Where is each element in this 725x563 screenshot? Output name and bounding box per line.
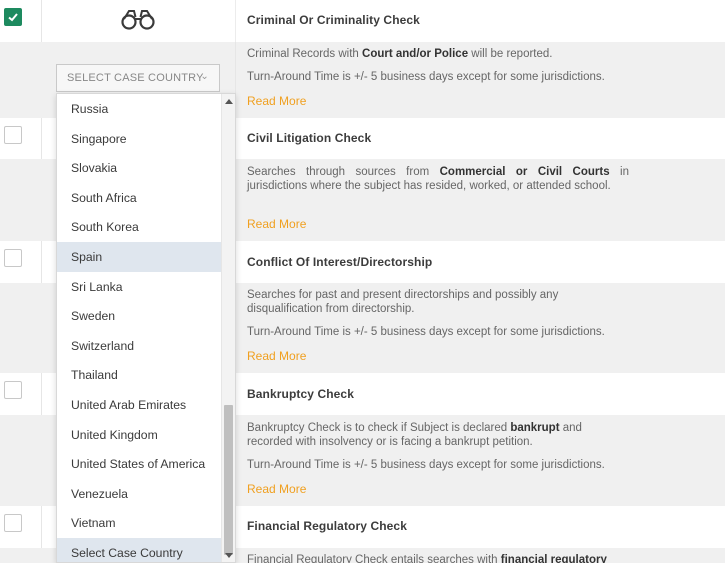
check-title: Criminal Or Criminality Check (247, 13, 420, 27)
desc-text: Bankruptcy Check is to check if Subject … (247, 422, 511, 434)
check-title: Civil Litigation Check (247, 131, 372, 145)
scrollbar-thumb[interactable] (224, 405, 233, 555)
read-more-link[interactable]: Read More (247, 94, 306, 108)
turnaround-text: Turn-Around Time is +/- 5 business days … (247, 326, 605, 338)
select-placeholder: SELECT CASE COUNTRY (67, 72, 204, 84)
dropdown-option[interactable]: Thailand (57, 360, 222, 390)
desc-text: Criminal Records with (247, 48, 363, 60)
dropdown-option[interactable]: United Arab Emirates (57, 390, 222, 420)
case-country-select[interactable]: SELECT CASE COUNTRY ⌄ (56, 64, 220, 92)
dropdown-scrollbar[interactable] (221, 94, 235, 562)
check-title: Financial Regulatory Check (247, 519, 407, 533)
dropdown-option[interactable]: Singapore (57, 124, 222, 154)
check-title: Bankruptcy Check (247, 387, 354, 401)
dropdown-option[interactable]: South Africa (57, 183, 222, 213)
check-description: Criminal Records with Court and/or Polic… (247, 48, 629, 62)
dropdown-option[interactable]: Sri Lanka (57, 272, 222, 302)
dropdown-option[interactable]: Slovakia (57, 153, 222, 183)
desc-bold-text: Commercial or Civil Courts (439, 166, 610, 178)
dropdown-option[interactable]: Sweden (57, 301, 222, 331)
desc-bold-text: financial regulatory (500, 554, 607, 563)
dropdown-option[interactable]: Vietnam (57, 508, 222, 538)
read-more-link[interactable]: Read More (247, 482, 306, 496)
check-description: Searches for past and present directorsh… (247, 289, 559, 315)
check-description: Financial Regulatory Check entails searc… (247, 554, 629, 563)
dropdown-option-highlighted[interactable]: Select Case Country (57, 538, 222, 562)
scroll-down-arrow-icon[interactable] (225, 553, 233, 558)
desc-text: Financial Regulatory Check entails searc… (247, 554, 501, 563)
check-row-criminal-header: Criminal Or Criminality Check (0, 0, 725, 42)
check-title: Conflict Of Interest/Directorship (247, 255, 433, 269)
dropdown-option[interactable]: Venezuela (57, 479, 222, 509)
binoculars-icon (121, 10, 155, 30)
dropdown-option[interactable]: South Korea (57, 212, 222, 242)
scroll-up-arrow-icon[interactable] (225, 99, 233, 104)
turnaround-text: Turn-Around Time is +/- 5 business days … (247, 459, 605, 471)
check-description: Searches through sources from Commercial… (247, 166, 629, 193)
dropdown-option-highlighted[interactable]: Spain (57, 242, 222, 272)
dropdown-option[interactable]: United Kingdom (57, 420, 222, 450)
turnaround-text: Turn-Around Time is +/- 5 business days … (247, 71, 605, 83)
dropdown-option[interactable]: Switzerland (57, 331, 222, 361)
desc-text: Searches through sources from (247, 166, 440, 178)
dropdown-option[interactable]: United States of America (57, 449, 222, 479)
chevron-down-icon: ⌄ (200, 71, 209, 82)
left-column (0, 0, 236, 42)
desc-text: will be reported. (468, 48, 553, 60)
check-description: Bankruptcy Check is to check if Subject … (247, 422, 607, 449)
desc-bold-text: Court and/or Police (362, 48, 469, 60)
desc-bold-text: bankrupt (510, 422, 560, 434)
read-more-link[interactable]: Read More (247, 217, 306, 231)
dropdown-option[interactable]: Russia (57, 94, 222, 124)
country-dropdown-list[interactable]: Russia Singapore Slovakia South Africa S… (56, 93, 236, 563)
read-more-link[interactable]: Read More (247, 349, 306, 363)
